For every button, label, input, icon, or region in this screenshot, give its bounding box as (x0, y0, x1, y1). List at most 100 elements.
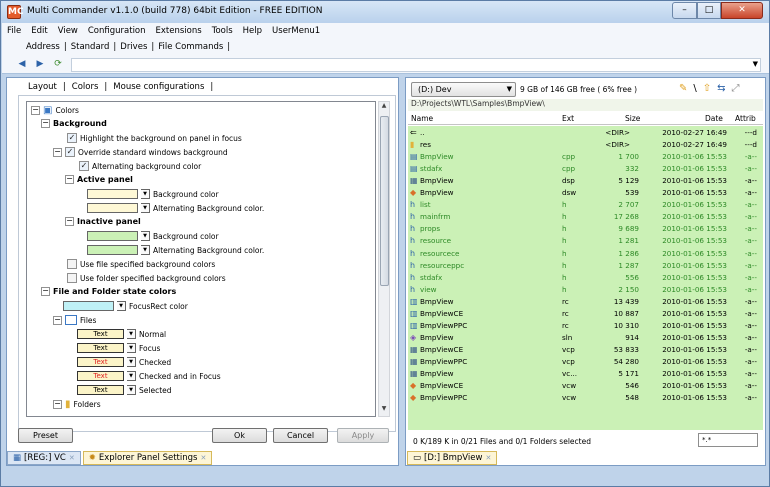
dropdown-arrow-icon[interactable]: ▼ (117, 301, 126, 311)
favorite-folder-icon[interactable]: ✎ (679, 83, 687, 94)
file-row[interactable]: ◆ BmpView dsw 539 2010-01-06 15:53 -a-- (408, 188, 763, 197)
menu-configuration[interactable]: Configuration (83, 26, 151, 36)
focusrect-swatch[interactable] (63, 301, 114, 311)
drive-dropdown-icon[interactable]: ▼ (507, 83, 512, 96)
file-row[interactable]: ▮ res <DIR> 2010-02-27 16:49 ---d (408, 140, 763, 149)
file-row[interactable]: ▤ stdafx cpp 332 2010-01-06 15:53 -a-- (408, 164, 763, 173)
file-row[interactable]: h mainfrm h 17 268 2010-01-06 15:53 -a-- (408, 212, 763, 221)
file-row[interactable]: ◆ BmpViewCE vcw 546 2010-01-06 15:53 -a-- (408, 381, 763, 390)
toolbar-tab-drives[interactable]: Drives (116, 42, 151, 52)
close-tab-icon[interactable]: ✕ (69, 452, 75, 465)
scroll-thumb[interactable] (380, 116, 389, 286)
focus-text-color[interactable]: Text (77, 343, 124, 353)
normal-text-color[interactable]: Text (77, 329, 124, 339)
col-date[interactable]: Date (705, 114, 723, 123)
file-row[interactable]: ◆ BmpViewPPC vcw 548 2010-01-06 15:53 -a-- (408, 393, 763, 402)
current-path[interactable]: D:\Projects\WTL\Samples\BmpView\ (408, 99, 763, 111)
override-checkbox[interactable]: ✓ (65, 147, 75, 157)
collapse-icon[interactable]: − (41, 119, 50, 128)
cancel-button[interactable]: Cancel (273, 428, 328, 443)
inactive-bg-swatch[interactable] (87, 231, 138, 241)
menu-tools[interactable]: Tools (207, 26, 238, 36)
tree-inactive-panel[interactable]: Inactive panel (77, 217, 141, 226)
dropdown-arrow-icon[interactable]: ▼ (127, 357, 136, 367)
inactive-alt-bg-swatch[interactable] (87, 245, 138, 255)
file-row[interactable]: h list h 2 707 2010-01-06 15:53 -a-- (408, 200, 763, 209)
sync-icon[interactable]: ⇆ (717, 83, 725, 94)
file-row[interactable]: ▥ BmpViewPPC rc 10 310 2010-01-06 15:53 -a-- (408, 321, 763, 330)
colors-tree[interactable]: − ▣ Colors − Background ✓ Highlight the back… (26, 101, 376, 417)
collapse-icon[interactable]: − (31, 106, 40, 115)
address-input[interactable]: ▼ (71, 58, 761, 72)
swap-icon[interactable]: ⤢ (732, 83, 740, 94)
tab-colors[interactable]: Colors (69, 82, 102, 92)
col-attrib[interactable]: Attrib (735, 114, 756, 123)
dropdown-arrow-icon[interactable]: ▼ (127, 371, 136, 381)
selected-text-color[interactable]: Text (77, 385, 124, 395)
file-row[interactable]: ▥ BmpView rc 13 439 2010-01-06 15:53 -a-- (408, 297, 763, 306)
menu-file[interactable]: File (2, 26, 26, 36)
tab-explorer-panel-settings[interactable]: ✹ Explorer Panel Settings ✕ (82, 451, 213, 465)
dropdown-arrow-icon[interactable]: ▼ (127, 385, 136, 395)
tree-colors-root[interactable]: Colors (55, 106, 79, 115)
menu-usermenu1[interactable]: UserMenu1 (267, 26, 325, 36)
parent-folder-icon[interactable]: ⇧ (703, 83, 711, 94)
checked-focus-text-color[interactable]: Text (77, 371, 124, 381)
file-row[interactable]: ▦ BmpView dsp 5 129 2010-01-06 15:53 -a-- (408, 176, 763, 185)
back-icon[interactable]: ◀ (16, 58, 28, 70)
close-tab-icon[interactable]: ✕ (200, 452, 206, 465)
scroll-down-icon[interactable]: ▼ (379, 405, 389, 416)
file-row[interactable]: h props h 9 689 2010-01-06 15:53 -a-- (408, 224, 763, 233)
file-row[interactable]: h resourcece h 1 286 2010-01-06 15:53 -a-- (408, 249, 763, 258)
tree-files[interactable]: Files (80, 316, 96, 325)
dropdown-arrow-icon[interactable]: ▼ (127, 343, 136, 353)
collapse-icon[interactable]: − (41, 287, 50, 296)
file-row[interactable]: h resource h 1 281 2010-01-06 15:53 -a-- (408, 236, 763, 245)
file-row[interactable]: h stdafx h 556 2010-01-06 15:53 -a-- (408, 273, 763, 282)
file-row[interactable]: ◈ BmpView sln 914 2010-01-06 15:53 -a-- (408, 333, 763, 342)
collapse-icon[interactable]: − (65, 217, 74, 226)
tab-mouse-configurations[interactable]: Mouse configurations (110, 82, 207, 92)
tab-reg-vc[interactable]: ▦ [REG:] VC ✕ (7, 451, 81, 465)
collapse-icon[interactable]: − (53, 315, 62, 325)
filter-input[interactable]: *.* (698, 433, 758, 447)
refresh-icon[interactable]: ⟳ (52, 58, 64, 70)
root-icon[interactable]: \ (693, 83, 696, 94)
toolbar-tab-file-commands[interactable]: File Commands (154, 42, 227, 52)
tree-active-panel[interactable]: Active panel (77, 175, 133, 184)
minimize-button[interactable]: – (672, 2, 697, 19)
maximize-button[interactable]: □ (697, 2, 721, 19)
use-folder-checkbox[interactable] (67, 273, 77, 283)
file-list[interactable]: ⇐.. <DIR> 2010-02-27 16:49 ---d ▮ res <DIR> 201… (408, 126, 763, 430)
file-row[interactable]: ▦ BmpViewPPC vcp 54 280 2010-01-06 15:53 -a-- (408, 357, 763, 366)
forward-icon[interactable]: ▶ (34, 58, 46, 70)
file-row[interactable]: h resourceppc h 1 287 2010-01-06 15:53 -a-- (408, 261, 763, 270)
dropdown-arrow-icon[interactable]: ▼ (141, 245, 150, 255)
tree-folders[interactable]: Folders (74, 400, 101, 409)
file-row[interactable]: ▦ BmpView vc... 5 171 2010-01-06 15:53 -a-- (408, 369, 763, 378)
tree-file-folder-state[interactable]: File and Folder state colors (53, 287, 176, 296)
apply-button[interactable]: Apply (337, 428, 389, 443)
tab-d-bmpview[interactable]: ▭ [D:] BmpView ✕ (407, 451, 498, 465)
file-row[interactable]: ▦ BmpViewCE vcp 53 833 2010-01-06 15:53 -a-- (408, 345, 763, 354)
dropdown-arrow-icon[interactable]: ▼ (127, 329, 136, 339)
file-row[interactable]: h view h 2 150 2010-01-06 15:53 -a-- (408, 285, 763, 294)
collapse-icon[interactable]: − (65, 175, 74, 184)
active-alt-bg-swatch[interactable] (87, 203, 138, 213)
menu-help[interactable]: Help (238, 26, 267, 36)
dropdown-arrow-icon[interactable]: ▼ (141, 203, 150, 213)
close-button[interactable]: ✕ (721, 2, 763, 19)
file-row[interactable]: ▤ BmpView cpp 1 700 2010-01-06 15:53 -a-- (408, 152, 763, 161)
menu-edit[interactable]: Edit (26, 26, 52, 36)
toolbar-tab-standard[interactable]: Standard (67, 42, 114, 52)
scroll-up-icon[interactable]: ▲ (379, 102, 389, 113)
collapse-icon[interactable]: − (53, 400, 62, 409)
dropdown-arrow-icon[interactable]: ▼ (141, 231, 150, 241)
ok-button[interactable]: Ok (212, 428, 267, 443)
toolbar-tab-address[interactable]: Address (22, 42, 64, 52)
preset-button[interactable]: Preset (18, 428, 73, 443)
highlight-checkbox[interactable]: ✓ (67, 133, 77, 143)
tree-background[interactable]: Background (53, 119, 107, 128)
col-name[interactable]: Name (411, 114, 433, 123)
use-file-checkbox[interactable] (67, 259, 77, 269)
